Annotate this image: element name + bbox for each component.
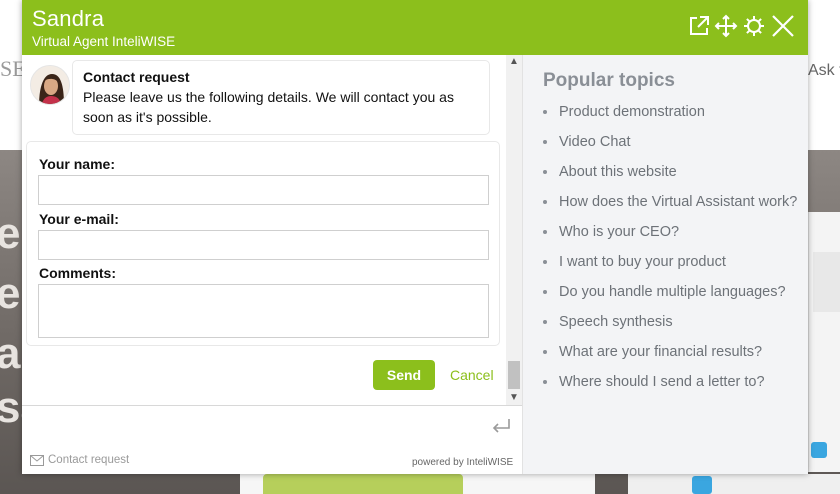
scroll-down-arrow-icon[interactable]: ▼ xyxy=(506,391,522,405)
scroll-up-arrow-icon[interactable]: ▲ xyxy=(506,55,522,69)
email-label: Your e-mail: xyxy=(39,211,119,227)
agent-message-bubble: Contact request Please leave us the foll… xyxy=(72,60,490,135)
enter-icon[interactable] xyxy=(490,416,512,436)
settings-button[interactable] xyxy=(742,14,766,38)
background-hero-text: e xyxy=(0,209,21,258)
chat-widget: Sandra Virtual Agent InteliWISE Contact … xyxy=(22,0,808,474)
background-chat-icon xyxy=(811,442,827,458)
topic-item[interactable]: Where should I send a letter to? xyxy=(543,372,799,392)
contact-request-link[interactable]: Contact request xyxy=(30,454,129,466)
message-title: Contact request xyxy=(83,69,190,85)
chat-scrollbar[interactable]: ▲ ▼ xyxy=(506,55,522,405)
message-input-area[interactable]: Contact request powered by InteliWISE xyxy=(22,405,522,474)
topic-item[interactable]: Video Chat xyxy=(543,132,799,152)
name-input[interactable] xyxy=(38,175,489,205)
bullet-icon xyxy=(543,350,547,354)
topic-item[interactable]: Speech synthesis xyxy=(543,312,799,332)
move-icon xyxy=(714,14,738,38)
gear-icon xyxy=(744,16,764,36)
bullet-icon xyxy=(543,380,547,384)
cancel-link[interactable]: Cancel xyxy=(450,367,494,383)
email-input[interactable] xyxy=(38,230,489,260)
bullet-icon xyxy=(543,140,547,144)
background-ask-fragment: Ask fo xyxy=(808,62,840,79)
envelope-icon xyxy=(30,454,44,466)
topic-item[interactable]: About this website xyxy=(543,162,799,182)
external-link-icon xyxy=(690,16,709,35)
bullet-icon xyxy=(543,170,547,174)
close-button[interactable] xyxy=(771,14,795,38)
widget-header[interactable]: Sandra Virtual Agent InteliWISE xyxy=(22,0,808,55)
topics-list: Product demonstration Video Chat About t… xyxy=(543,102,799,402)
powered-by-label: powered by InteliWISE xyxy=(412,457,514,468)
bullet-icon xyxy=(543,110,547,114)
popular-topics-heading: Popular topics xyxy=(543,70,675,91)
bullet-icon xyxy=(543,200,547,204)
name-label: Your name: xyxy=(39,156,115,172)
agent-subtitle: Virtual Agent InteliWISE xyxy=(32,34,176,49)
chat-conversation: Contact request Please leave us the foll… xyxy=(22,55,522,405)
topic-item[interactable]: I want to buy your product xyxy=(543,252,799,272)
comments-textarea[interactable] xyxy=(38,284,489,338)
bullet-icon xyxy=(543,230,547,234)
send-button[interactable]: Send xyxy=(373,360,435,390)
topic-item[interactable]: How does the Virtual Assistant work? xyxy=(543,192,799,212)
topic-item[interactable]: What are your financial results? xyxy=(543,342,799,362)
background-side-panel xyxy=(808,212,840,472)
topic-item[interactable]: Product demonstration xyxy=(543,102,799,122)
message-text: Please leave us the following details. W… xyxy=(83,89,454,125)
bullet-icon xyxy=(543,320,547,324)
agent-avatar xyxy=(30,65,70,105)
popout-button[interactable] xyxy=(687,14,711,38)
move-button[interactable] xyxy=(714,14,738,38)
background-chat-icon xyxy=(692,476,712,494)
topic-item[interactable]: Do you handle multiple languages? xyxy=(543,282,799,302)
scroll-thumb[interactable] xyxy=(508,361,520,389)
bullet-icon xyxy=(543,290,547,294)
agent-portrait-icon xyxy=(31,66,69,104)
close-icon xyxy=(772,15,794,37)
popular-topics-panel: Popular topics Product demonstration Vid… xyxy=(522,55,808,474)
agent-name: Sandra xyxy=(32,6,105,31)
contact-form: Your name: Your e-mail: Comments: xyxy=(26,141,500,346)
contact-request-label: Contact request xyxy=(48,454,130,466)
topic-item[interactable]: Who is your CEO? xyxy=(543,222,799,242)
comments-label: Comments: xyxy=(39,265,117,281)
bullet-icon xyxy=(543,260,547,264)
